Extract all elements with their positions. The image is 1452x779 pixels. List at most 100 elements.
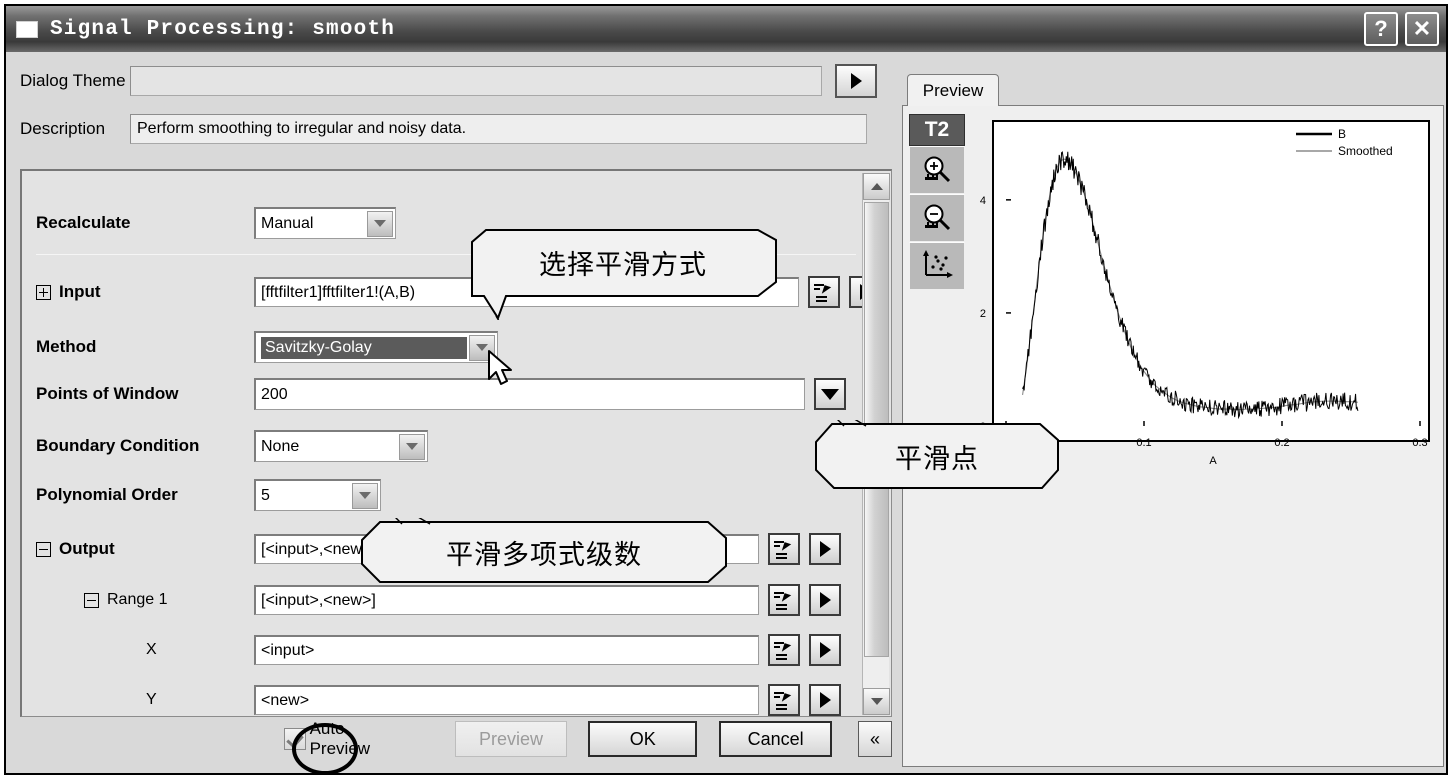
range1-label-group: Range 1	[36, 591, 254, 609]
output-label-group: Output	[36, 539, 254, 559]
range1-label: Range 1	[107, 591, 168, 608]
triangle-down-icon	[821, 388, 839, 400]
callout-method: 选择平滑方式	[458, 228, 788, 320]
formula-icon	[774, 539, 794, 559]
recalculate-label: Recalculate	[36, 213, 131, 232]
recalculate-value: Manual	[261, 214, 314, 232]
page-title: Signal Processing: smooth	[50, 17, 396, 41]
y-axis-ticks	[1006, 199, 1011, 427]
method-value: Savitzky-Golay	[260, 335, 468, 360]
formula-icon	[774, 590, 794, 610]
description-row: Description Perform smoothing to irregul…	[20, 114, 867, 144]
y-formula-button[interactable]	[768, 684, 800, 716]
boundary-condition-combo[interactable]: None	[254, 430, 428, 462]
input-label: Input	[59, 282, 101, 301]
polynomial-order-value: 5	[261, 486, 270, 504]
ok-button[interactable]: OK	[588, 721, 698, 757]
input-formula-button[interactable]	[808, 276, 840, 308]
formula-icon	[814, 282, 834, 302]
zoom-in-button[interactable]	[909, 146, 965, 194]
window-icon	[16, 20, 38, 38]
y-tick-label: 2	[980, 308, 986, 320]
chart-canvas: B Smoothed	[1005, 127, 1421, 427]
x-axis-ticks	[1005, 421, 1421, 426]
range1-field[interactable]: [<input>,<new>]	[254, 585, 759, 615]
play-right-icon	[819, 692, 831, 708]
play-right-icon	[819, 541, 831, 557]
title-bar: Signal Processing: smooth ? ✕	[6, 6, 1446, 52]
callout-method-text: 选择平滑方式	[539, 249, 707, 281]
help-button[interactable]: ?	[1364, 12, 1398, 46]
collapse-range1-icon[interactable]	[84, 592, 99, 608]
chevron-down-icon[interactable]	[367, 210, 393, 237]
preview-button[interactable]: Preview	[454, 721, 568, 757]
recalculate-combo[interactable]: Manual	[254, 207, 396, 239]
x-menu-button[interactable]	[809, 634, 841, 666]
output-label: Output	[59, 539, 115, 558]
y-label: Y	[146, 691, 157, 708]
legend-label-smoothed: Smoothed	[1338, 144, 1393, 158]
dialog-theme-label: Dialog Theme	[20, 71, 126, 90]
cancel-button[interactable]: Cancel	[719, 721, 832, 757]
method-label: Method	[36, 337, 97, 356]
points-of-window-dropdown-button[interactable]	[814, 378, 846, 410]
description-value: Perform smoothing to irregular and noisy…	[130, 114, 867, 144]
series-b	[1022, 151, 1359, 420]
close-button[interactable]: ✕	[1405, 12, 1439, 46]
zoom-out-icon	[924, 204, 951, 231]
y-field[interactable]: <new>	[254, 685, 759, 715]
preview-graph[interactable]: B Smoothed	[992, 120, 1430, 442]
tab-preview[interactable]: Preview	[907, 74, 999, 106]
range1-menu-button[interactable]	[809, 584, 841, 616]
y-tick-label-group: 024	[980, 195, 986, 433]
dialog-window: Signal Processing: smooth ? ✕ Dialog The…	[4, 4, 1448, 775]
auto-preview-checkbox[interactable]	[283, 728, 306, 750]
method-combo[interactable]: Savitzky-Golay	[254, 331, 498, 363]
play-right-icon	[819, 592, 831, 608]
dialog-theme-row: Dialog Theme	[20, 64, 877, 98]
output-menu-button[interactable]	[809, 533, 841, 565]
dialog-theme-arrow-button[interactable]	[835, 64, 877, 98]
collapse-output-icon[interactable]	[36, 541, 51, 557]
chevron-down-icon[interactable]	[399, 433, 425, 460]
output-formula-button[interactable]	[768, 533, 800, 565]
points-of-window-input[interactable]: 200	[254, 378, 805, 410]
zoom-in-icon	[924, 156, 951, 183]
x-formula-button[interactable]	[768, 634, 800, 666]
dialog-button-bar: Auto Preview Preview OK Cancel «	[20, 715, 892, 763]
expand-input-icon[interactable]	[36, 284, 51, 300]
formula-icon	[774, 640, 794, 660]
callout-points-text: 平滑点	[895, 443, 979, 475]
zoom-out-button[interactable]	[909, 194, 965, 242]
callout-points: 平滑点	[812, 420, 1062, 492]
preview-toolbar: T2	[909, 114, 965, 290]
rescale-button[interactable]	[909, 242, 965, 290]
row-boundary-condition: Boundary Condition None	[36, 430, 428, 462]
y-menu-button[interactable]	[809, 684, 841, 716]
row-points-of-window: Points of Window 200	[36, 378, 846, 410]
row-y: Y <new>	[36, 684, 841, 716]
row-x: X <input>	[36, 634, 841, 666]
polynomial-order-combo[interactable]: 5	[254, 479, 381, 511]
series-smoothed	[1022, 158, 1358, 411]
callout-polyorder: 平滑多项式级数	[358, 518, 730, 586]
scroll-up-button[interactable]	[863, 173, 890, 200]
x-field[interactable]: <input>	[254, 635, 759, 665]
legend-label-b: B	[1338, 127, 1346, 141]
row-polynomial-order: Polynomial Order 5	[36, 479, 381, 511]
row-range1: Range 1 [<input>,<new>]	[36, 584, 841, 616]
callout-polyorder-text: 平滑多项式级数	[446, 539, 642, 571]
chevron-down-icon[interactable]	[352, 482, 378, 509]
collapse-panel-button[interactable]: «	[857, 721, 892, 757]
play-right-icon	[819, 642, 831, 658]
boundary-condition-label: Boundary Condition	[36, 436, 200, 455]
range1-formula-button[interactable]	[768, 584, 800, 616]
dialog-theme-input[interactable]	[130, 66, 822, 96]
scroll-down-button[interactable]	[863, 688, 890, 715]
formula-icon	[774, 690, 794, 710]
layer-t2-button[interactable]: T2	[909, 114, 965, 146]
row-recalculate: Recalculate Manual	[36, 207, 396, 239]
row-method: Method Savitzky-Golay	[36, 331, 498, 363]
chart-legend: B Smoothed	[1296, 127, 1393, 158]
title-bar-buttons: ? ✕	[1364, 12, 1446, 46]
